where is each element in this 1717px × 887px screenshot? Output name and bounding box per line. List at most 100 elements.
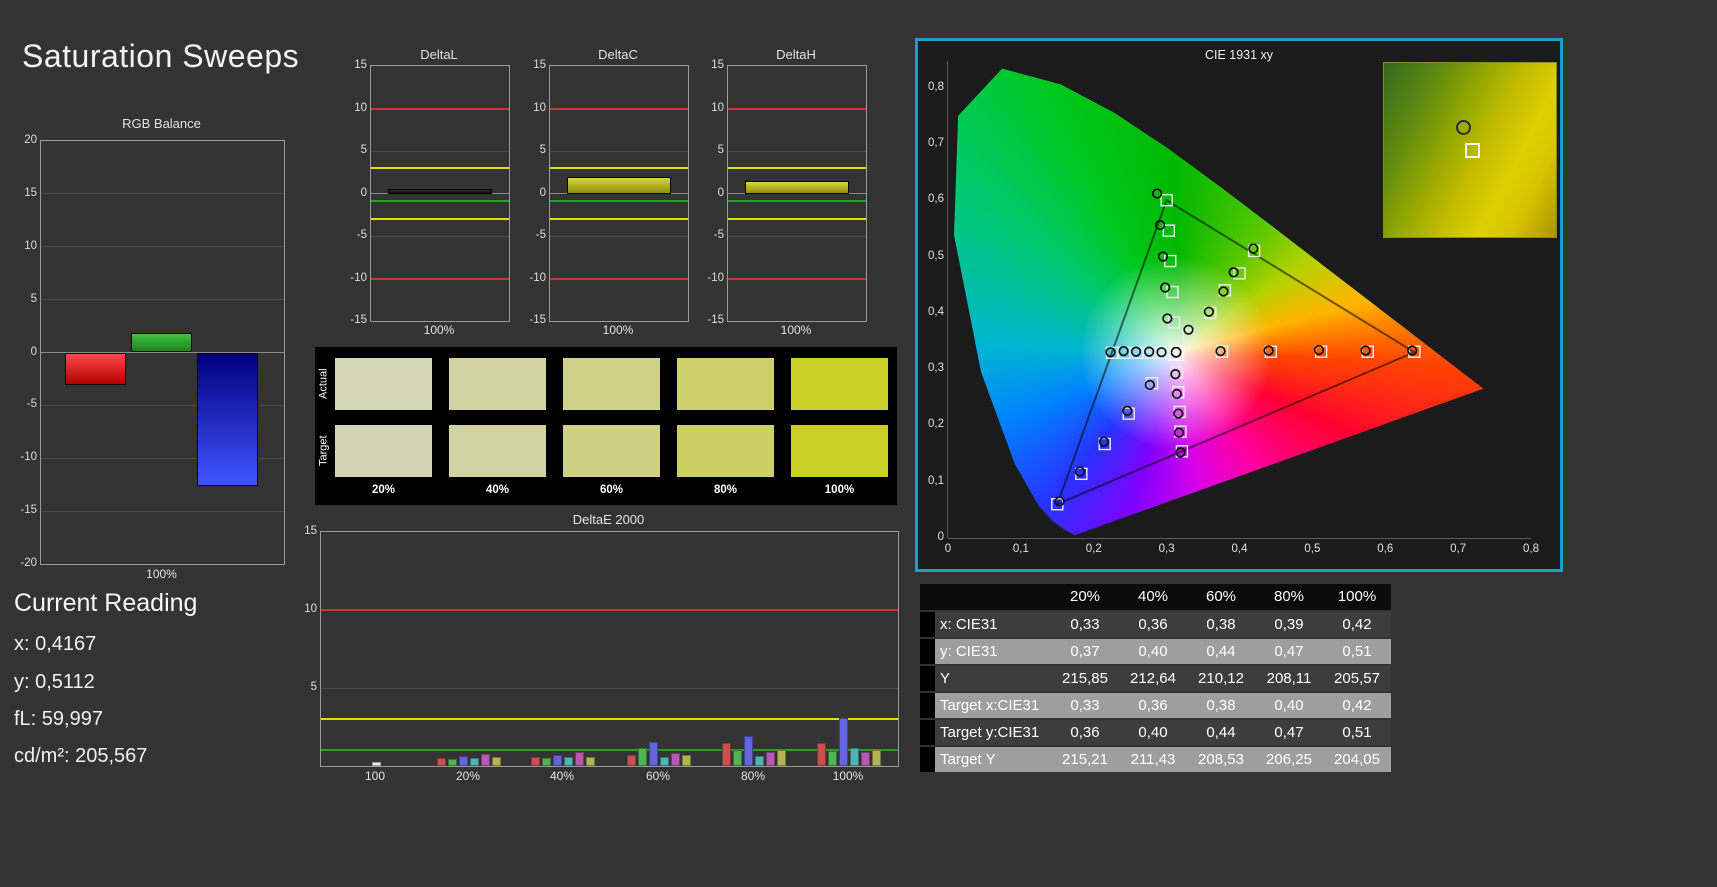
swatch-actual-80% bbox=[677, 358, 774, 410]
table-value-cell: 0,51 bbox=[1323, 639, 1391, 664]
delta-h-xlabel: 100% bbox=[727, 323, 865, 337]
table-row-strip bbox=[920, 693, 935, 718]
cie-1931-panel[interactable]: CIE 1931 xy 00,10,20,30,40,50,60,70,800,… bbox=[915, 38, 1563, 572]
deltae-bar bbox=[481, 754, 490, 766]
table-value-cell: 0,40 bbox=[1255, 693, 1323, 718]
deltae-x-label: 60% bbox=[623, 769, 693, 783]
cie-target-marker bbox=[1234, 268, 1245, 279]
delta-h-bar bbox=[745, 181, 849, 194]
ref-line bbox=[550, 200, 688, 202]
delta-l-chart[interactable]: 151050-5-10-15 bbox=[370, 65, 510, 322]
cie-x-tick-label: 0,3 bbox=[1159, 543, 1175, 555]
reading-x: x: 0,4167 bbox=[14, 633, 96, 656]
cie-points-layer bbox=[948, 61, 1531, 538]
y-tick-label: 10 bbox=[9, 240, 37, 252]
delta-l-xlabel: 100% bbox=[370, 323, 508, 337]
cie-measured-marker bbox=[1132, 347, 1141, 356]
table-header-cell: 40% bbox=[1119, 584, 1187, 610]
swatch-actual-20% bbox=[335, 358, 432, 410]
deltae-bar bbox=[817, 743, 826, 766]
y-tick-label: -15 bbox=[9, 504, 37, 516]
ref-line bbox=[321, 749, 898, 751]
table-value-cell: 210,12 bbox=[1187, 666, 1255, 691]
reading-cdm2: cd/m²: 205,567 bbox=[14, 745, 147, 768]
table-value-cell: 0,47 bbox=[1255, 639, 1323, 664]
deltae-2000-chart[interactable]: 15105 bbox=[320, 531, 899, 767]
ref-line bbox=[321, 718, 898, 720]
cie-target-marker bbox=[1173, 387, 1184, 398]
ref-line bbox=[371, 200, 509, 202]
cie-1931-title: CIE 1931 xy bbox=[918, 48, 1560, 62]
y-tick-label: 5 bbox=[289, 681, 317, 693]
deltae-x-label: 100% bbox=[813, 769, 883, 783]
deltae-bar bbox=[553, 755, 562, 766]
cie-x-tick-label: 0 bbox=[945, 543, 951, 555]
y-tick-label: 10 bbox=[696, 102, 724, 114]
table-row-x-cie31: x: CIE310,330,360,380,390,42 bbox=[920, 612, 1394, 637]
swatch-col-label: 20% bbox=[335, 484, 432, 496]
cie-x-tick-label: 0,1 bbox=[1013, 543, 1029, 555]
deltae-bar bbox=[564, 757, 573, 766]
cie-measured-marker bbox=[1174, 409, 1183, 418]
swatch-col-label: 60% bbox=[563, 484, 660, 496]
cie-measured-marker bbox=[1216, 347, 1225, 356]
calibration-app-window: Saturation Sweeps RGB Balance 20151050-5… bbox=[0, 0, 1717, 887]
table-row-y-cie31: y: CIE310,370,400,440,470,51 bbox=[920, 639, 1394, 664]
cie-x-tick-label: 0,5 bbox=[1304, 543, 1320, 555]
cie-x-axis bbox=[948, 538, 1531, 539]
deltae-bar bbox=[531, 757, 540, 766]
table-value-cell: 215,21 bbox=[1051, 747, 1119, 772]
current-reading-title: Current Reading bbox=[14, 589, 197, 618]
table-row-strip bbox=[920, 720, 935, 745]
cie-x-tick-label: 0,6 bbox=[1377, 543, 1393, 555]
deltae-bar bbox=[744, 736, 753, 766]
deltae-bar bbox=[733, 750, 742, 766]
y-tick-label: 0 bbox=[9, 346, 37, 358]
deltae-bar bbox=[492, 757, 501, 766]
table-value-cell: 0,51 bbox=[1323, 720, 1391, 745]
y-tick-label: 0 bbox=[696, 187, 724, 199]
rgb-balance-chart[interactable]: 20151050-5-10-15-20 bbox=[40, 140, 285, 565]
table-value-cell: 0,36 bbox=[1119, 612, 1187, 637]
table-value-cell: 0,42 bbox=[1323, 612, 1391, 637]
table-header-strip bbox=[920, 584, 935, 610]
ref-line bbox=[550, 108, 688, 110]
saturation-swatches-panel[interactable]: ActualTarget20%40%60%80%100% bbox=[315, 347, 897, 505]
deltae-x-label: 100 bbox=[340, 769, 410, 783]
grid-line bbox=[41, 299, 284, 300]
table-value-cell: 0,36 bbox=[1119, 693, 1187, 718]
y-tick-label: 5 bbox=[518, 144, 546, 156]
y-tick-label: -10 bbox=[696, 272, 724, 284]
delta-l-bar bbox=[388, 189, 492, 193]
ref-line bbox=[728, 108, 866, 110]
ref-line bbox=[550, 278, 688, 280]
grid-line bbox=[371, 236, 509, 237]
cie-y-tick-label: 0,6 bbox=[918, 193, 944, 205]
delta-h-chart[interactable]: 151050-5-10-15 bbox=[727, 65, 867, 322]
y-tick-label: -10 bbox=[339, 272, 367, 284]
reading-y: y: 0,5112 bbox=[14, 671, 95, 694]
swatch-row-label-target: Target bbox=[316, 425, 331, 477]
deltae-bar bbox=[828, 751, 837, 766]
rgb-balance-xlabel: 100% bbox=[40, 567, 283, 581]
y-tick-label: -5 bbox=[696, 229, 724, 241]
deltae-bar bbox=[459, 756, 468, 766]
cie-target-marker bbox=[1076, 468, 1087, 479]
y-tick-label: -15 bbox=[696, 314, 724, 326]
y-tick-label: -10 bbox=[518, 272, 546, 284]
cie-measured-marker bbox=[1157, 348, 1166, 357]
cie-whitepoint-measured bbox=[1171, 348, 1180, 357]
ref-line bbox=[728, 218, 866, 220]
y-tick-label: 15 bbox=[339, 59, 367, 71]
cie-measured-marker bbox=[1153, 189, 1162, 198]
deltae-bar bbox=[682, 755, 691, 766]
deltae-bar bbox=[872, 750, 881, 766]
y-tick-label: -15 bbox=[339, 314, 367, 326]
rgb-balance-title: RGB Balance bbox=[40, 116, 283, 131]
table-row-target-y: Target Y215,21211,43208,53206,25204,05 bbox=[920, 747, 1394, 772]
cie-target-marker bbox=[1316, 346, 1327, 357]
cie-x-tick-label: 0,2 bbox=[1086, 543, 1102, 555]
delta-c-chart[interactable]: 151050-5-10-15 bbox=[549, 65, 689, 322]
ref-line bbox=[371, 278, 509, 280]
swatch-target-60% bbox=[563, 425, 660, 477]
